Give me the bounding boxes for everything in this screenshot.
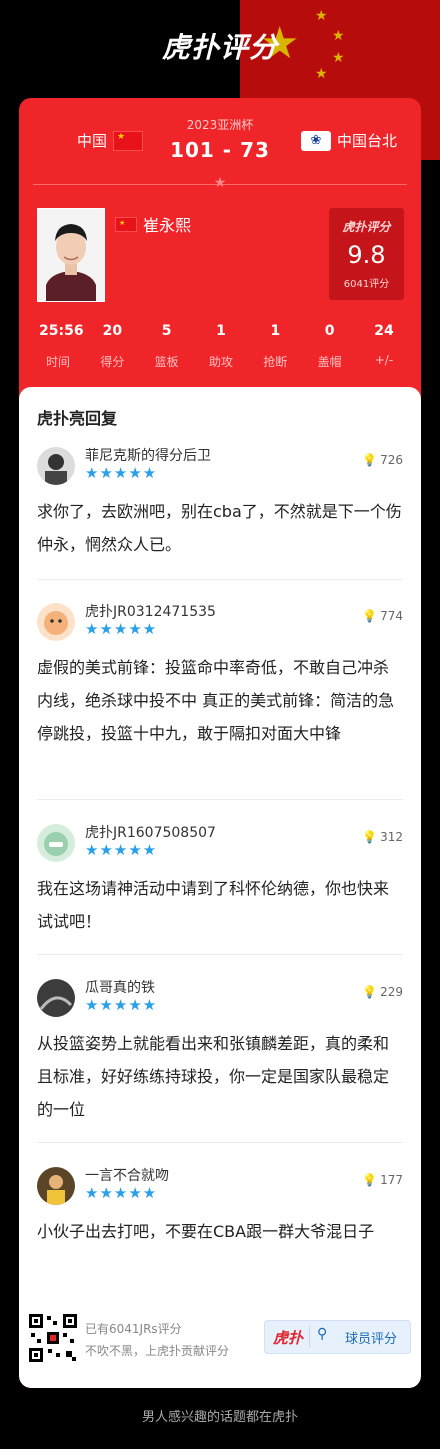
rating-stars: ★★★★★	[85, 996, 158, 1014]
comment-username[interactable]: 一言不合就吻	[85, 1165, 169, 1185]
like-button[interactable]: 💡 177	[362, 1173, 403, 1187]
player-stats: 25:56 时间 20 得分 5 篮板 1 助攻 1 抢断 0 盖帽 24 +/-	[19, 323, 421, 370]
search-icon: ⚲	[317, 1326, 328, 1342]
avatar[interactable]	[37, 603, 75, 641]
comments-panel: 虎扑亮回复 菲尼克斯的得分后卫 ★★★★★ 💡 726 求你了，去欧洲吧，别在cb…	[19, 387, 421, 1388]
player-rating-search[interactable]: 虎扑 ⚲ 球员评分	[264, 1320, 411, 1354]
comment-text: 虚假的美式前锋：投篮命中率奇低，不敢自己冲杀内线，绝杀球中投不中 真正的美式前锋…	[37, 658, 395, 743]
comment-username[interactable]: 瓜哥真的铁	[85, 977, 155, 997]
comment-username[interactable]: 虎扑JR1607508507	[85, 822, 216, 842]
rating-stars: ★★★★★	[85, 841, 158, 859]
away-team-name: 中国台北	[336, 132, 397, 150]
rating-stars: ★★★★★	[85, 620, 158, 638]
footer-slogan: 不吹不黑，上虎扑贡献评分	[85, 1344, 230, 1358]
avatar[interactable]	[37, 824, 75, 862]
divider-star-icon: ★	[213, 175, 227, 191]
comment-username[interactable]: 虎扑JR0312471535	[85, 601, 216, 621]
player-name: 崔永熙	[143, 216, 192, 235]
card-footer: 已有6041JRs评分 不吹不黑，上虎扑贡献评分 虎扑 ⚲ 球员评分	[19, 1302, 421, 1372]
comment-text: 求你了，去欧洲吧，别在cba了，不然就是下一个伤仲永，惘然众人已。	[37, 502, 402, 554]
divider	[37, 954, 403, 955]
divider	[37, 579, 403, 580]
player-name-row: ★ 崔永熙	[115, 212, 191, 236]
lightbulb-icon: 💡	[362, 985, 378, 999]
lightbulb-icon: 💡	[362, 609, 378, 623]
like-button[interactable]: 💡 774	[362, 609, 403, 623]
like-button[interactable]: 💡 726	[362, 453, 403, 467]
hupu-rating-logo: 虎扑评分	[161, 31, 278, 64]
divider	[309, 1326, 310, 1348]
divider	[37, 799, 403, 800]
chinese-taipei-flag-icon: ❀	[300, 130, 331, 151]
lightbulb-icon: 💡	[362, 830, 378, 844]
lightbulb-icon: 💡	[362, 453, 378, 467]
qr-code	[28, 1313, 78, 1363]
rating-value: 9.8	[347, 241, 386, 269]
rating-count: 6041评分	[343, 279, 390, 290]
rating-card: 2023亚洲杯 中国 ★ 101 - 73 ❀ 中国台北 ★ ★ 崔永熙 虎扑评…	[19, 98, 421, 1388]
rating-stars: ★★★★★	[85, 1184, 158, 1202]
comment-text: 我在这场请神活动中请到了科怀伦纳德，你也快来试试吧！	[37, 879, 390, 931]
rating-count-text: 已有6041JRs评分	[85, 1322, 182, 1336]
stat-time: 25:56 时间	[39, 323, 84, 369]
avatar[interactable]	[37, 1167, 75, 1205]
comment-text: 小伙子出去打吧，不要在CBA跟一群大爷混日子	[37, 1222, 375, 1241]
stat-plus-minus: 24 +/-	[374, 323, 394, 367]
stat-assists: 1 助攻	[208, 323, 233, 369]
stat-points: 20 得分	[100, 323, 125, 369]
section-title: 虎扑亮回复	[37, 409, 118, 428]
stat-steals: 1 抢断	[263, 323, 288, 369]
avatar[interactable]	[37, 447, 75, 485]
comment-text: 从投篮姿势上就能看出来和张镇麟差距，真的柔和且标准，好好练练持球投，你一定是国家…	[37, 1034, 390, 1119]
away-team: ❀ 中国台北	[300, 130, 397, 151]
stat-rebounds: 5 篮板	[154, 323, 179, 369]
bottom-slogan: 男人感兴趣的话题都在虎扑	[141, 1410, 298, 1425]
divider	[37, 1142, 403, 1143]
like-button[interactable]: 💡 229	[362, 985, 403, 999]
lightbulb-icon: 💡	[362, 1173, 378, 1187]
comment-username[interactable]: 菲尼克斯的得分后卫	[85, 445, 211, 465]
china-flag-icon: ★	[115, 216, 137, 232]
match-header: 2023亚洲杯 中国 ★ 101 - 73 ❀ 中国台北 ★ ★ 崔永熙 虎扑评…	[19, 98, 421, 388]
player-photo	[37, 208, 105, 302]
player-rating-box: 虎扑评分 9.8 6041评分	[329, 208, 404, 300]
rating-label: 虎扑评分	[342, 220, 391, 234]
stat-blocks: 0 盖帽	[317, 323, 342, 369]
search-label: 球员评分	[345, 1332, 398, 1347]
hupu-logo: 虎扑	[273, 1329, 304, 1347]
like-button[interactable]: 💡 312	[362, 830, 403, 844]
rating-stars: ★★★★★	[85, 464, 158, 482]
avatar[interactable]	[37, 979, 75, 1017]
